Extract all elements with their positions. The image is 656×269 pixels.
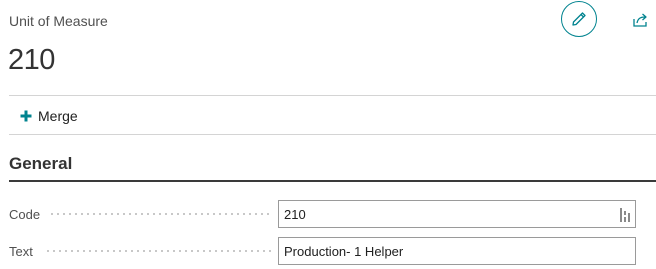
field-row-code: Code 210: [9, 200, 636, 228]
action-bar-divider: [9, 134, 656, 135]
header-caption: Unit of Measure: [9, 13, 108, 29]
share-button[interactable]: [631, 10, 651, 30]
field-leader-dots: [45, 250, 273, 252]
pencil-icon: [571, 11, 587, 27]
merge-action-label: Merge: [38, 108, 78, 124]
edit-button[interactable]: [561, 1, 597, 37]
header-divider: [9, 95, 656, 96]
text-input[interactable]: Production- 1 Helper: [278, 237, 636, 265]
merge-action[interactable]: Merge: [20, 106, 78, 126]
plus-icon: [20, 110, 32, 122]
lookup-icon[interactable]: [619, 207, 631, 223]
field-label-code: Code: [9, 206, 41, 222]
section-title[interactable]: General: [9, 154, 72, 174]
share-icon: [632, 12, 650, 28]
code-input[interactable]: 210: [278, 200, 636, 228]
record-title: 210: [8, 44, 55, 76]
section-divider: [9, 180, 656, 182]
field-label-text: Text: [9, 243, 33, 259]
field-row-text: Text Production- 1 Helper: [9, 237, 636, 265]
field-leader-dots: [49, 213, 273, 215]
code-value: 210: [284, 206, 306, 222]
text-value: Production- 1 Helper: [284, 243, 404, 259]
